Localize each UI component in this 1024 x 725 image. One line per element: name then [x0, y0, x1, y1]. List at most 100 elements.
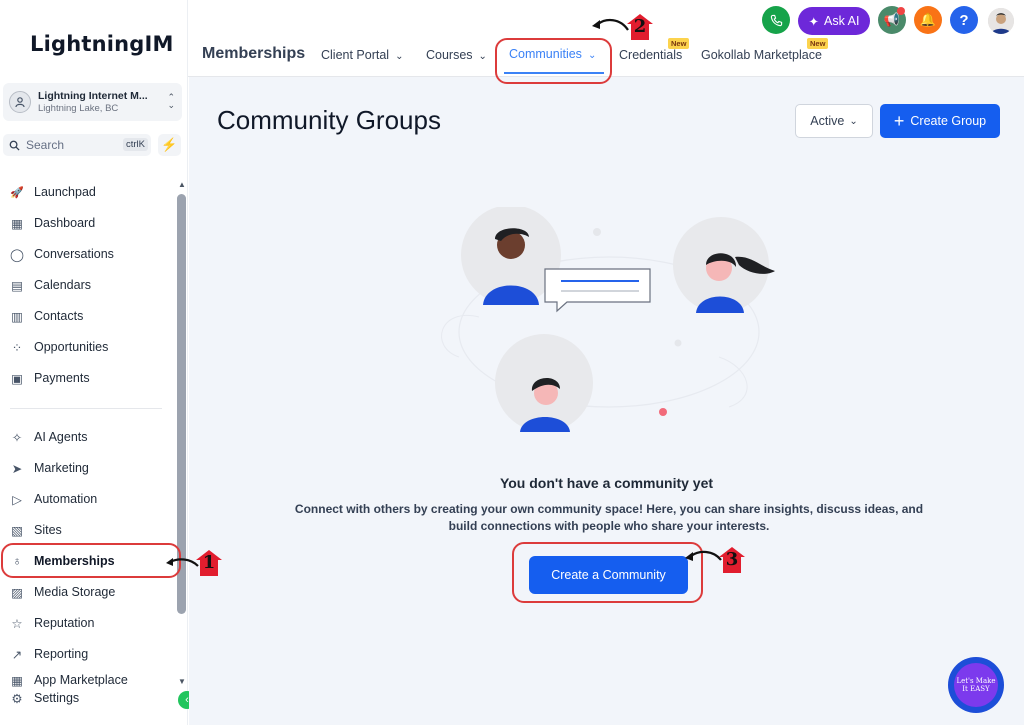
search-input[interactable]: Search ctrlK — [3, 134, 151, 156]
send-icon: ➤ — [11, 461, 23, 476]
annotation-number-2: 2 — [627, 14, 653, 40]
create-group-button[interactable]: + Create Group — [880, 104, 1000, 138]
payments-icon: ▣ — [11, 371, 23, 386]
annotation-highlight-create-community — [512, 542, 703, 603]
phone-icon — [770, 14, 782, 26]
app-logo[interactable]: LightningIM — [30, 32, 174, 56]
tab-credentials[interactable]: Credentials — [619, 48, 682, 62]
person-3-avatar — [495, 334, 593, 432]
phone-button[interactable] — [762, 6, 790, 34]
account-location: Lightning Lake, BC — [38, 103, 119, 114]
user-avatar[interactable] — [988, 8, 1014, 34]
empty-state-text: Connect with others by creating your own… — [294, 502, 924, 533]
calendar-icon: ▤ — [11, 278, 23, 293]
annotation-highlight-communities — [495, 38, 612, 84]
search-icon — [9, 140, 20, 151]
sidebar-item-label: Calendars — [34, 278, 91, 292]
quick-action-button[interactable]: ⚡ — [158, 134, 181, 156]
plus-icon: + — [893, 111, 905, 131]
sidebar-item-opportunities[interactable]: ⁘ Opportunities — [8, 335, 109, 359]
gear-icon: ⚙ — [11, 691, 23, 706]
sidebar-item-media-storage[interactable]: ▨ Media Storage — [8, 580, 115, 604]
megaphone-icon: 📢 — [883, 12, 901, 27]
account-name: Lightning Internet M... — [38, 90, 148, 102]
scroll-up-arrow[interactable]: ▲ — [178, 180, 186, 189]
automation-icon: ▷ — [12, 492, 22, 507]
sidebar-item-app-marketplace[interactable]: ▦ App Marketplace — [8, 673, 128, 688]
sidebar-item-sites[interactable]: ▧ Sites — [8, 518, 62, 542]
tab-courses[interactable]: Courses ⌄ — [426, 48, 487, 62]
account-switcher[interactable]: Lightning Internet M... Lightning Lake, … — [3, 83, 182, 121]
sidebar-item-reputation[interactable]: ☆ Reputation — [8, 611, 94, 635]
sidebar-item-label: Opportunities — [34, 340, 109, 354]
ask-ai-button[interactable]: ✦ Ask AI — [798, 7, 870, 35]
sidebar-item-contacts[interactable]: ▥ Contacts — [8, 304, 83, 328]
sidebar-item-label: Launchpad — [34, 185, 96, 199]
annotation-arrow-2 — [592, 18, 629, 31]
annotation-number-1: 1 — [196, 550, 222, 576]
scroll-down-arrow[interactable]: ▼ — [178, 677, 186, 686]
chevron-updown-icon: ⌃ ⌄ — [167, 92, 175, 110]
empty-state-title: You don't have a community yet — [499, 475, 714, 491]
sparkle-icon: ✦ — [808, 14, 820, 29]
sidebar-divider — [10, 408, 162, 409]
sidebar-item-label: Dashboard — [34, 216, 96, 230]
lets-make-it-easy-badge[interactable]: Let's Make It EASY — [948, 657, 1004, 713]
section-title: Memberships — [202, 45, 306, 62]
sidebar-item-label: Automation — [34, 492, 98, 506]
page-title: Community Groups — [217, 105, 441, 135]
chevron-down-icon: ⌄ — [478, 51, 487, 62]
sidebar-item-label: Contacts — [34, 309, 84, 323]
sidebar-item-automation[interactable]: ▷ Automation — [8, 487, 97, 511]
sidebar-item-launchpad[interactable]: 🚀 Launchpad — [8, 180, 96, 204]
help-icon: ? — [959, 11, 969, 29]
sites-icon: ▧ — [11, 523, 23, 538]
sparkle-icon: ✧ — [11, 430, 23, 445]
search-label: Search — [26, 138, 65, 152]
annotation-arrow-3 — [685, 550, 722, 561]
annotation-arrow-1 — [166, 558, 199, 567]
image-icon: ▨ — [11, 585, 23, 600]
sidebar-item-marketing[interactable]: ➤ Marketing — [8, 456, 89, 480]
status-filter-select[interactable]: Active ⌄ — [795, 104, 873, 138]
tab-client-portal[interactable]: Client Portal ⌄ — [321, 48, 403, 62]
notifications-button[interactable]: 🔔 — [914, 6, 942, 34]
bell-icon: 🔔 — [919, 12, 937, 27]
chat-bubble-icon — [544, 268, 651, 313]
sidebar-item-payments[interactable]: ▣ Payments — [8, 366, 90, 390]
sidebar-item-calendars[interactable]: ▤ Calendars — [8, 273, 91, 297]
chevron-down-icon: ⌄ — [395, 51, 404, 62]
sidebar-item-label: Conversations — [34, 247, 114, 261]
tab-gokollab-marketplace[interactable]: Gokollab Marketplace — [701, 48, 822, 62]
sidebar-item-label: Reputation — [34, 616, 95, 630]
community-illustration — [441, 207, 775, 432]
new-badge: New — [668, 38, 690, 49]
notification-dot — [897, 7, 905, 15]
annotation-highlight-memberships — [1, 543, 181, 578]
sidebar-item-label: Reporting — [34, 647, 89, 661]
sidebar-item-ai-agents[interactable]: ✧ AI Agents — [8, 425, 88, 449]
sidebar-item-conversations[interactable]: ◯ Conversations — [8, 242, 114, 266]
person-2-avatar — [673, 217, 775, 313]
help-button[interactable]: ? — [950, 6, 978, 34]
sidebar-item-dashboard[interactable]: ▦ Dashboard — [8, 211, 95, 235]
grid-icon: ▦ — [11, 216, 23, 231]
sidebar-item-label: Media Storage — [34, 585, 116, 599]
sidebar-item-label: App Marketplace — [34, 673, 128, 687]
annotation-number-3: 3 — [719, 547, 745, 573]
main-content: Community Groups Active⌄ +Create Group — [189, 77, 1024, 725]
rocket-icon: 🚀 — [10, 186, 24, 199]
bolt-icon: ⚡ — [161, 137, 178, 152]
sidebar-item-settings[interactable]: ⚙ Settings — [8, 686, 79, 710]
fab-text: Let's Make It EASY — [954, 663, 998, 707]
star-icon: ☆ — [11, 616, 23, 631]
sidebar-item-label: AI Agents — [34, 430, 88, 444]
contacts-icon: ▥ — [11, 309, 23, 324]
search-shortcut: ctrlK — [123, 138, 148, 151]
sidebar-item-label: Marketing — [34, 461, 89, 475]
announcements-button[interactable]: 📢 — [878, 6, 906, 34]
sidebar-item-reporting[interactable]: ↗ Reporting — [8, 642, 88, 666]
sidebar: LightningIM Lightning Internet M... Ligh… — [0, 0, 196, 725]
chat-icon: ◯ — [10, 247, 24, 262]
sidebar-item-label: Settings — [34, 691, 80, 705]
